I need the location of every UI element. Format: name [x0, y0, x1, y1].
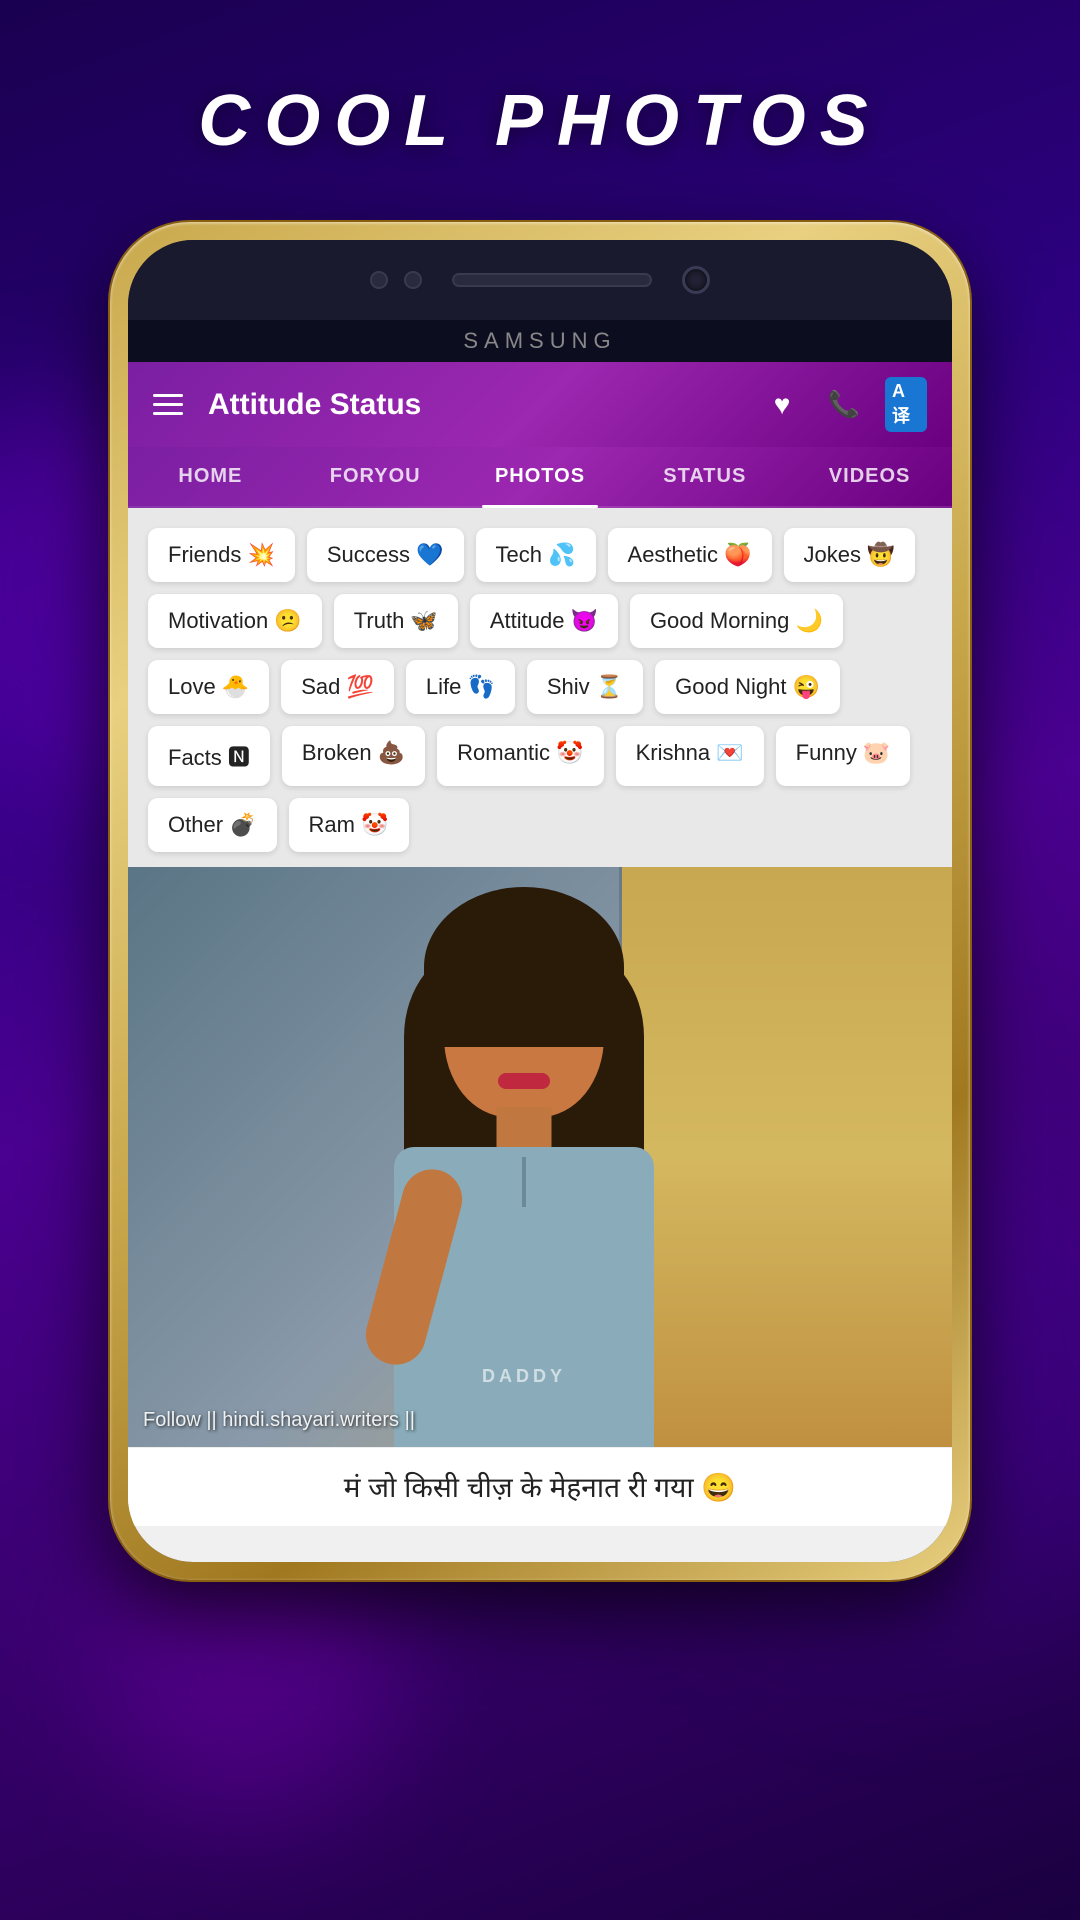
- category-success[interactable]: Success 💙: [307, 528, 464, 582]
- photo-background: DADDY Follow || hindi.shayari.writers ||: [128, 867, 952, 1447]
- nav-tabs: HOME FORYOU PHOTOS STATUS VIDEOS: [128, 447, 952, 508]
- shirt-text: DADDY: [482, 1366, 566, 1387]
- category-jokes[interactable]: Jokes 🤠: [784, 528, 915, 582]
- header-left: Attitude Status: [153, 388, 421, 422]
- category-attitude[interactable]: Attitude 😈: [470, 594, 618, 648]
- category-life[interactable]: Life 👣: [406, 660, 515, 714]
- speaker-grill: [452, 273, 652, 287]
- translate-button[interactable]: A译: [885, 384, 927, 426]
- tab-foryou[interactable]: FORYOU: [293, 447, 458, 506]
- camera-area: [370, 271, 422, 289]
- tab-videos[interactable]: VIDEOS: [787, 447, 952, 506]
- tab-photos[interactable]: PHOTOS: [458, 447, 623, 506]
- photo-section: DADDY Follow || hindi.shayari.writers ||…: [128, 867, 952, 1526]
- category-motivation[interactable]: Motivation 😕: [148, 594, 322, 648]
- category-sad[interactable]: Sad 💯: [281, 660, 394, 714]
- heart-icon: ♥: [774, 389, 791, 421]
- favorites-button[interactable]: ♥: [761, 384, 803, 426]
- category-good-morning[interactable]: Good Morning 🌙: [630, 594, 843, 648]
- tab-status[interactable]: STATUS: [622, 447, 787, 506]
- app-header: Attitude Status ♥ 📞 A译: [128, 362, 952, 447]
- hindi-caption: मं जो किसी चीज़ के मेहनात री गया 😄: [128, 1447, 952, 1526]
- category-ram[interactable]: Ram 🤡: [289, 798, 409, 852]
- tab-home[interactable]: HOME: [128, 447, 293, 506]
- page-title: COOL PHOTOS: [198, 80, 881, 162]
- phone-outer-frame: SAMSUNG Attitude Status ♥: [110, 222, 970, 1580]
- header-icons: ♥ 📞 A译: [761, 384, 927, 426]
- whatsapp-button[interactable]: 📞: [823, 384, 865, 426]
- menu-icon[interactable]: [153, 394, 183, 415]
- categories-section: Friends 💥 Success 💙 Tech 💦 Aesthetic 🍑 J…: [128, 508, 952, 867]
- category-shiv[interactable]: Shiv ⏳: [527, 660, 643, 714]
- phone-icon: 📞: [828, 389, 860, 420]
- category-facts[interactable]: Facts 🅽: [148, 726, 270, 786]
- category-friends[interactable]: Friends 💥: [148, 528, 295, 582]
- category-funny[interactable]: Funny 🐷: [776, 726, 911, 786]
- category-love[interactable]: Love 🐣: [148, 660, 269, 714]
- phone-hardware-top: [128, 240, 952, 320]
- strap: [522, 1157, 526, 1207]
- category-truth[interactable]: Truth 🦋: [334, 594, 458, 648]
- photo-watermark: Follow || hindi.shayari.writers ||: [143, 1409, 415, 1432]
- category-tech[interactable]: Tech 💦: [476, 528, 596, 582]
- front-camera-main: [682, 266, 710, 294]
- sensor-dot: [404, 271, 422, 289]
- translate-icon: A译: [885, 377, 927, 432]
- lips: [498, 1073, 550, 1089]
- category-aesthetic[interactable]: Aesthetic 🍑: [608, 528, 772, 582]
- person-photo[interactable]: DADDY Follow || hindi.shayari.writers ||: [128, 867, 952, 1447]
- category-romantic[interactable]: Romantic 🤡: [437, 726, 603, 786]
- front-camera-dot: [370, 271, 388, 289]
- category-broken[interactable]: Broken 💩: [282, 726, 425, 786]
- phone-mockup: SAMSUNG Attitude Status ♥: [110, 222, 970, 1580]
- phone-inner-frame: SAMSUNG Attitude Status ♥: [128, 240, 952, 1562]
- category-krishna[interactable]: Krishna 💌: [616, 726, 764, 786]
- app-screen: Attitude Status ♥ 📞 A译: [128, 362, 952, 1562]
- hair-top: [424, 887, 624, 1047]
- category-good-night[interactable]: Good Night 😜: [655, 660, 840, 714]
- category-grid: Friends 💥 Success 💙 Tech 💦 Aesthetic 🍑 J…: [148, 528, 932, 852]
- app-title: Attitude Status: [208, 388, 421, 422]
- samsung-brand: SAMSUNG: [128, 320, 952, 362]
- category-other[interactable]: Other 💣: [148, 798, 277, 852]
